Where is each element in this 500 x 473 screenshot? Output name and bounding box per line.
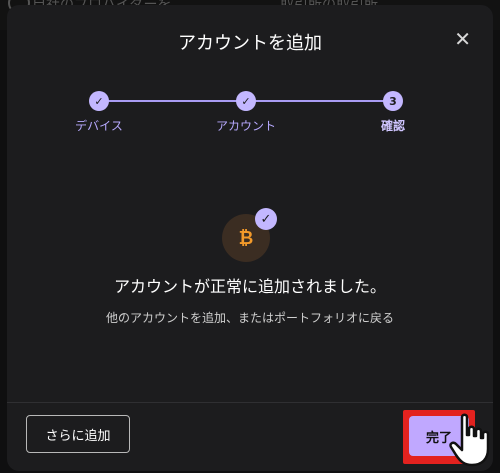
step-3-label: 確認 [380, 119, 406, 133]
close-icon[interactable]: ✕ [454, 29, 471, 49]
step-2-label: アカウント [215, 119, 277, 133]
bitcoin-symbol: ₿ [238, 227, 254, 249]
step-connector [99, 100, 243, 102]
check-icon: ✓ [255, 208, 277, 230]
footer-divider [7, 402, 493, 403]
step-1-label: デバイス [75, 119, 123, 133]
hand-pointer-icon [449, 413, 490, 467]
add-account-modal: アカウントを追加 ✕ ✓ デバイス ✓ アカウント 3 確認 ₿ ✓ アカウント… [7, 5, 493, 471]
modal-title: アカウントを追加 [178, 33, 322, 54]
step-1-check-icon: ✓ [89, 91, 109, 111]
stepper: ✓ デバイス ✓ アカウント 3 確認 [7, 91, 493, 133]
step-3-number: 3 [383, 91, 403, 111]
step-connector [243, 100, 393, 102]
success-graphic: ₿ ✓ [222, 208, 278, 264]
add-more-button[interactable]: さらに追加 [26, 415, 130, 453]
success-message: アカウントが正常に追加されました。 [113, 277, 386, 296]
step-2-check-icon: ✓ [236, 91, 256, 111]
success-submessage: 他のアカウントを追加、またはポートフォリオに戻る [105, 311, 394, 325]
